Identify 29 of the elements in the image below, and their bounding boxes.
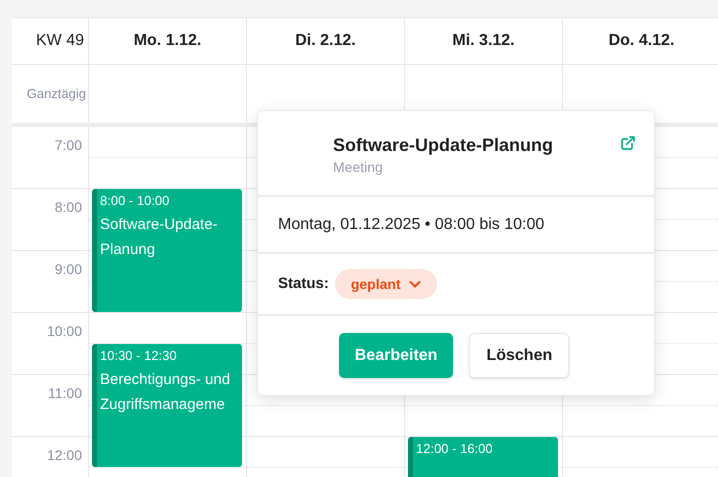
- day-header: Do. 4.12.: [608, 31, 674, 51]
- delete-button[interactable]: Löschen: [469, 333, 570, 378]
- event-title: Software-Update-Planung: [100, 215, 219, 260]
- chevron-down-icon: [408, 280, 421, 288]
- event-time: 8:00 - 10:00: [100, 192, 170, 210]
- event-time: 12:00 - 16:00: [416, 440, 493, 458]
- hour-label: 10:00: [46, 322, 82, 341]
- edit-button[interactable]: Bearbeiten: [338, 333, 454, 378]
- popover-title: Software-Update-Planung: [333, 134, 554, 157]
- hour-label: 8:00: [54, 198, 82, 217]
- day-header: Mi. 3.12.: [452, 31, 515, 51]
- event-title: Berechtigungs- und Zugriffsmanageme: [100, 370, 232, 415]
- hour-label: 7:00: [54, 136, 82, 155]
- all-day-label: Ganztägig: [26, 85, 86, 104]
- external-link-icon[interactable]: [620, 135, 636, 151]
- event-time: 10:30 - 12:30: [100, 347, 177, 365]
- popover-subtitle: Meeting: [333, 158, 383, 177]
- day-header: Di. 2.12.: [295, 31, 356, 51]
- hour-label: 9:00: [54, 260, 82, 279]
- hour-label: 11:00: [48, 384, 82, 403]
- calendar-event[interactable]: 10:30 - 12:30 Berechtigungs- und Zugriffsmanageme: [92, 344, 242, 467]
- status-label: Status:: [278, 274, 329, 294]
- event-datetime: Montag, 01.12.2025 • 08:00 bis 10:00: [278, 214, 544, 234]
- calendar-event[interactable]: 8:00 - 10:00 Software-Update-Planung: [92, 189, 242, 312]
- week-number: KW 49: [36, 31, 84, 51]
- day-header: Mo. 1.12.: [134, 31, 202, 51]
- calendar-event[interactable]: 12:00 - 16:00: [408, 437, 558, 477]
- hour-label: 12:00: [46, 446, 82, 465]
- status-dropdown[interactable]: geplant: [334, 269, 437, 299]
